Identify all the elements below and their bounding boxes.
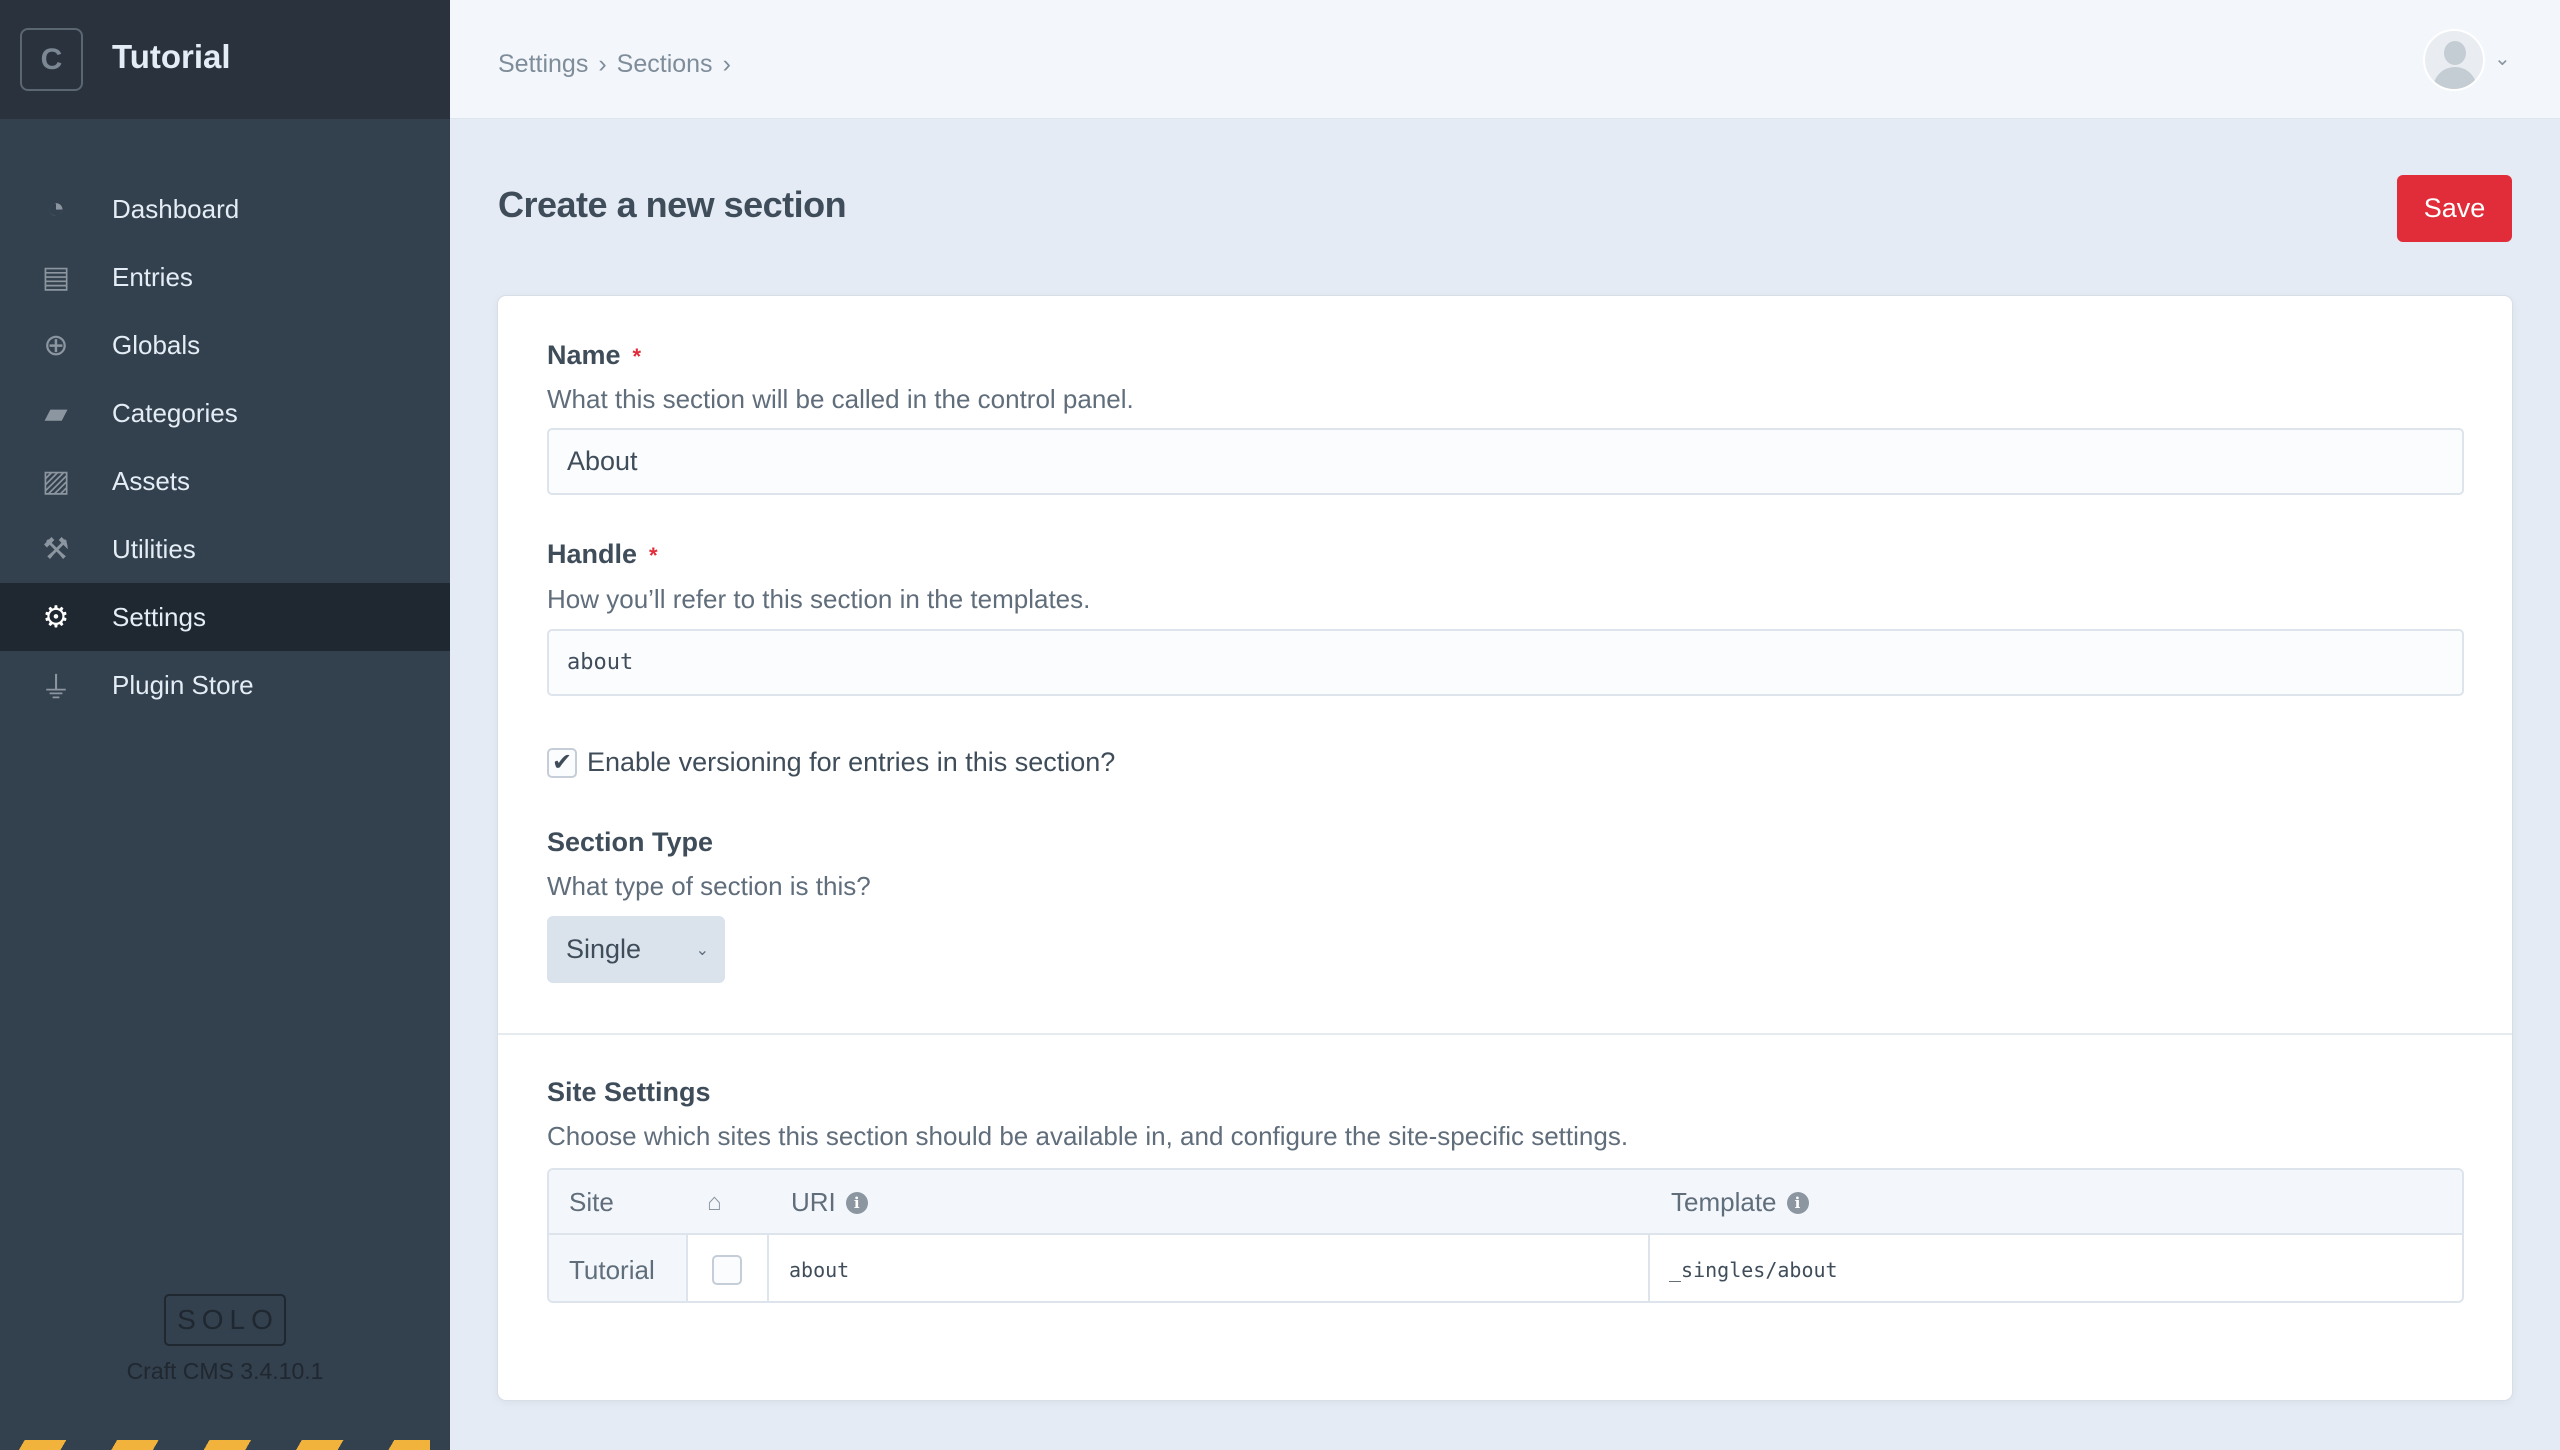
versioning-label[interactable]: Enable versioning for entries in this se… [587,747,1115,778]
site-settings-table: Site ⌂ URI i Template i Tutorial about _si… [547,1168,2464,1303]
required-indicator: * [632,344,642,369]
sidebar-item-label: Globals [112,329,201,360]
column-site: Site [569,1187,614,1217]
site-logo[interactable]: C [20,28,83,91]
required-indicator: * [649,543,658,568]
sidebar-item-utilities[interactable]: ⚒ Utilities [0,515,450,583]
section-type-value: Single [566,934,642,964]
handle-instructions: How you’ll refer to this section in the … [547,584,1091,614]
column-template: Template i [1671,1170,1809,1235]
section-type-instructions: What type of section is this? [547,871,871,901]
section-type-select[interactable]: Single ⌄ [547,916,725,983]
handle-label-text: Handle [547,539,638,569]
sidebar-item-assets[interactable]: ▨ Assets [0,447,450,515]
sidebar-item-categories[interactable]: ▰ Categories [0,379,450,447]
sidebar-item-globals[interactable]: ⊕ Globals [0,311,450,379]
image-icon: ▨ [41,464,71,498]
handle-label: Handle * [547,539,658,570]
gear-icon: ⚙ [42,600,70,634]
checkmark-icon: ✔ [551,749,573,776]
cms-version: Craft CMS 3.4.10.1 [126,1358,324,1384]
site-settings-instructions: Choose which sites this section should b… [547,1121,1629,1151]
section-type-label: Section Type [547,827,714,857]
name-instructions: What this section will be called in the … [547,384,1134,414]
name-label-text: Name [547,340,621,370]
site-name-cell: Tutorial [549,1235,686,1301]
breadcrumb: Settings › Sections › [498,50,731,79]
gauge-icon: ◔ [46,192,66,225]
breadcrumb-separator: › [722,50,731,78]
sidebar-item-dashboard[interactable]: ◔ Dashboard [0,175,450,243]
sidebar-item-label: Assets [112,465,191,496]
chevron-down-icon[interactable]: ⌄ [2494,46,2511,71]
column-uri: URI i [791,1170,868,1235]
divider [498,1033,2512,1035]
sidebar-item-label: Dashboard [112,193,240,224]
sidebar-item-label: Entries [112,261,193,292]
homepage-checkbox[interactable] [712,1255,742,1285]
plug-icon: ⏚ [41,672,71,705]
name-label: Name * [547,340,641,371]
sidebar-item-plugin-store[interactable]: ⏚ Plugin Store [0,651,450,719]
breadcrumb-settings[interactable]: Settings [498,50,588,79]
folder-open-icon: ▰ [44,396,68,430]
info-icon[interactable]: i [845,1191,868,1214]
template-input[interactable]: _singles/about [1669,1235,1838,1301]
save-button[interactable]: Save [2397,175,2512,242]
sidebar-item-settings[interactable]: ⚙ Settings [0,583,450,651]
column-uri-label: URI [791,1187,836,1217]
globe-icon: ⊕ [43,328,69,362]
site-name[interactable]: Tutorial [112,38,231,76]
page-title: Create a new section [498,184,847,225]
uri-input[interactable]: about [789,1235,849,1301]
versioning-checkbox[interactable]: ✔ [547,747,577,778]
sidebar-item-label: Utilities [112,533,196,564]
home-icon: ⌂ [707,1188,722,1216]
sidebar-item-label: Categories [112,397,238,428]
versioning-field: ✔ Enable versioning for entries in this … [547,747,1115,778]
site-settings-label: Site Settings [547,1077,711,1107]
chevron-down-icon: ⌄ [695,941,709,959]
breadcrumb-separator: › [598,50,607,78]
top-bar [450,0,2560,119]
handle-input[interactable]: about [547,629,2464,696]
edition-badge: SOLO [164,1294,286,1346]
sidebar-item-label: Settings [112,601,206,632]
newspaper-icon: ▤ [41,260,71,294]
sidebar-item-entries[interactable]: ▤ Entries [0,243,450,311]
sidebar-item-label: Plugin Store [112,669,254,700]
wrench-icon: ⚒ [42,532,70,566]
info-icon[interactable]: i [1786,1191,1809,1214]
dev-mode-stripes [0,1440,430,1450]
name-input[interactable]: About [547,428,2464,495]
breadcrumb-sections[interactable]: Sections [617,50,713,79]
user-avatar[interactable] [2423,29,2485,91]
column-template-label: Template [1671,1187,1777,1217]
